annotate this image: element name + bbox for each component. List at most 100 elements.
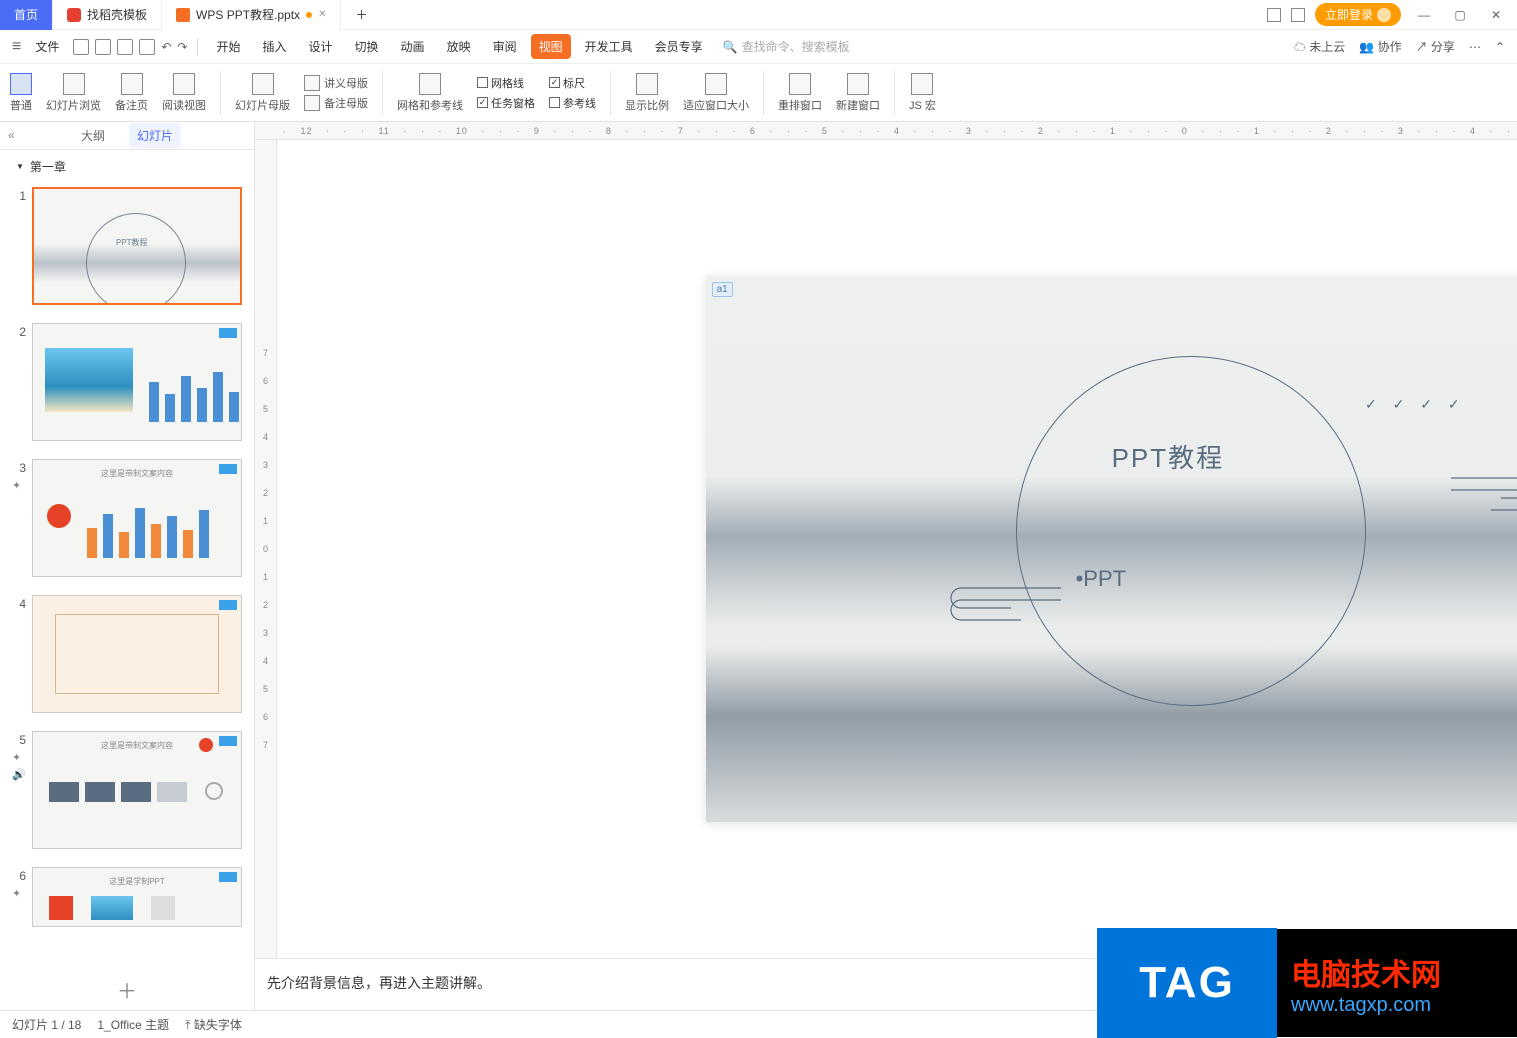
apps-icon[interactable] <box>1291 8 1305 22</box>
menu-icon[interactable]: ≡ <box>12 38 21 56</box>
file-menu[interactable]: 文件 <box>27 34 67 59</box>
slide-thumb-4[interactable]: 4 <box>12 595 242 713</box>
slide-thumb-5[interactable]: 5✦🔊 这里是带制文案内容 <box>12 731 242 849</box>
slide-thumb-2[interactable]: 2 <box>12 323 242 441</box>
new-tab-button[interactable]: ＋ <box>341 0 381 30</box>
menu-design[interactable]: 设计 <box>301 34 341 59</box>
decorative-circle <box>1016 356 1366 706</box>
chapter-header[interactable]: ▼第一章 <box>0 150 254 183</box>
close-window-button[interactable]: ✕ <box>1483 2 1509 28</box>
horizontal-ruler[interactable]: · 12 · · · 11 · · · 10 · · · 9 · · · 8 ·… <box>255 122 1517 140</box>
comment-indicator[interactable]: a1 <box>712 282 733 297</box>
thumbnail[interactable] <box>32 323 242 441</box>
search-icon: 🔍 <box>723 40 738 54</box>
slide-thumb-1[interactable]: 1 PPT教程 <box>12 187 242 305</box>
menu-member[interactable]: 会员专享 <box>647 34 711 59</box>
vertical-ruler[interactable]: 765432101234567 <box>255 140 277 958</box>
slide-subtitle[interactable]: •PPT <box>1076 566 1127 592</box>
thumbnail[interactable]: 这里是带制文案内容 <box>32 731 242 849</box>
grid-guides[interactable]: 网格和参考线 <box>397 73 463 113</box>
notes-text[interactable]: 先介绍背景信息，再进入主题讲解。 <box>267 975 491 991</box>
open-icon[interactable] <box>73 39 89 55</box>
collapse-ribbon-icon[interactable]: ⌃ <box>1495 40 1505 54</box>
slide-title[interactable]: PPT教程 <box>1112 438 1225 475</box>
thumbnail[interactable]: 这里是学制PPT <box>32 867 242 927</box>
menu-start[interactable]: 开始 <box>208 34 248 59</box>
slide-thumb-6[interactable]: 6✦ 这里是学制PPT <box>12 867 242 927</box>
main-area: « 大纲 幻灯片 ▼第一章 1 PPT教程 2 <box>0 122 1517 1010</box>
normal-view-icon <box>10 73 32 95</box>
ribbon: 普通 幻灯片浏览 备注页 阅读视图 幻灯片母版 讲义母版 备注母版 网格和参考线… <box>0 64 1517 122</box>
animation-icon: ✦ <box>12 479 26 492</box>
menu-devtools[interactable]: 开发工具 <box>577 34 641 59</box>
tab-outline[interactable]: 大纲 <box>73 123 113 148</box>
file-tab[interactable]: WPS PPT教程.pptx ✕ <box>162 0 341 30</box>
thumbnail-list[interactable]: 1 PPT教程 2 3✦ 这里是带制文案内容 <box>0 183 254 969</box>
tab-slides[interactable]: 幻灯片 <box>129 123 181 148</box>
menu-insert[interactable]: 插入 <box>255 34 295 59</box>
thumbnail[interactable] <box>32 595 242 713</box>
lecture-master[interactable]: 讲义母版 <box>304 75 368 91</box>
view-normal[interactable]: 普通 <box>10 73 32 113</box>
chk-gridlines[interactable]: 网格线 <box>477 75 535 91</box>
note-master[interactable]: 备注母版 <box>304 95 368 111</box>
minimize-button[interactable]: — <box>1411 2 1437 28</box>
home-tab[interactable]: 首页 <box>0 0 53 30</box>
theme-indicator[interactable]: 1_Office 主题 <box>97 1016 169 1033</box>
more-icon[interactable]: ⋯ <box>1469 40 1481 54</box>
view-read[interactable]: 阅读视图 <box>162 73 206 113</box>
grid-icon <box>419 73 441 95</box>
menu-view[interactable]: 视图 <box>531 34 571 59</box>
chk-taskpane[interactable]: ✓任务窗格 <box>477 95 535 111</box>
template-tab[interactable]: 找稻壳模板 <box>53 0 162 30</box>
fit-window[interactable]: 适应窗口大小 <box>683 73 749 113</box>
chevron-down-icon: ▼ <box>16 162 24 171</box>
file-tab-label: WPS PPT教程.pptx <box>196 6 300 23</box>
print-icon[interactable] <box>117 39 133 55</box>
collapse-panel-icon[interactable]: « <box>8 128 15 142</box>
docer-icon <box>67 8 81 22</box>
add-slide-button[interactable]: ＋ <box>0 969 254 1010</box>
view-browse[interactable]: 幻灯片浏览 <box>46 73 101 113</box>
thumbnail[interactable]: PPT教程 <box>32 187 242 305</box>
rearrange-windows[interactable]: 重排窗口 <box>778 73 822 113</box>
view-notes[interactable]: 备注页 <box>115 73 148 113</box>
new-window[interactable]: 新建窗口 <box>836 73 880 113</box>
modified-dot-icon <box>306 12 312 18</box>
home-tab-label: 首页 <box>14 6 38 23</box>
missing-font-button[interactable]: ⤒ 缺失字体 <box>185 1016 242 1033</box>
thumbnail[interactable]: 这里是带制文案内容 <box>32 459 242 577</box>
search-placeholder: 查找命令、搜索模板 <box>742 38 850 55</box>
coop-button[interactable]: 👥 协作 <box>1359 38 1401 55</box>
slide-canvas[interactable]: a1 PPT教程 •PPT ✓ ✓ ✓ ✓ <box>277 140 1517 958</box>
command-search[interactable]: 🔍 查找命令、搜索模板 <box>723 38 850 55</box>
redo-icon[interactable]: ↷ <box>177 40 187 54</box>
badge-icon <box>219 600 237 610</box>
slide-counter[interactable]: 幻灯片 1 / 18 <box>12 1016 81 1033</box>
save-icon[interactable] <box>95 39 111 55</box>
zoom[interactable]: 显示比例 <box>625 73 669 113</box>
badge-icon <box>219 328 237 338</box>
undo-icon[interactable]: ↶ <box>161 40 171 54</box>
close-tab-icon[interactable]: ✕ <box>318 9 326 20</box>
checkbox-checked-icon: ✓ <box>477 97 488 108</box>
menu-animation[interactable]: 动画 <box>393 34 433 59</box>
preview-icon[interactable] <box>139 39 155 55</box>
menu-review[interactable]: 审阅 <box>485 34 525 59</box>
chk-guides[interactable]: 参考线 <box>549 95 596 111</box>
slide-thumb-3[interactable]: 3✦ 这里是带制文案内容 <box>12 459 242 577</box>
slide-master[interactable]: 幻灯片母版 <box>235 73 290 113</box>
slide[interactable]: a1 PPT教程 •PPT ✓ ✓ ✓ ✓ <box>706 276 1517 822</box>
share-button[interactable]: ↗ 分享 <box>1416 38 1455 55</box>
maximize-button[interactable]: ▢ <box>1447 2 1473 28</box>
login-button[interactable]: 立即登录 <box>1315 3 1401 26</box>
js-macro[interactable]: JS 宏 <box>909 73 936 113</box>
menu-transition[interactable]: 切换 <box>347 34 387 59</box>
lecture-icon <box>304 75 320 91</box>
layout-icon[interactable] <box>1267 8 1281 22</box>
menu-slideshow[interactable]: 放映 <box>439 34 479 59</box>
login-label: 立即登录 <box>1325 6 1373 23</box>
slide-panel: « 大纲 幻灯片 ▼第一章 1 PPT教程 2 <box>0 122 255 1010</box>
cloud-status[interactable]: ☁ 未上云 <box>1294 38 1345 55</box>
chk-ruler[interactable]: ✓标尺 <box>549 75 596 91</box>
